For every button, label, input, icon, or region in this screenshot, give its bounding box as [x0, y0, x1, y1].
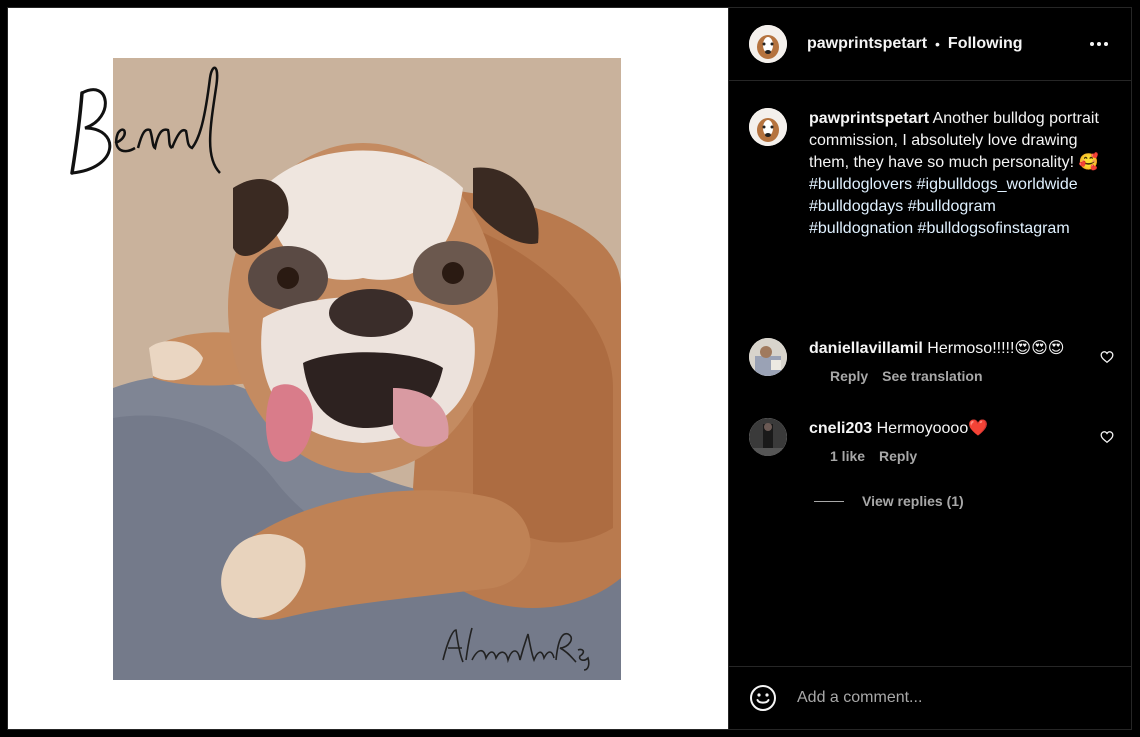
- likes-count[interactable]: 1 like: [830, 448, 865, 464]
- comment-composer: [729, 666, 1132, 729]
- comment-item: cneli203 Hermoyoooo❤️ 1 like Reply: [749, 418, 1099, 464]
- hashtag-link[interactable]: #igbulldogs_worldwide: [917, 176, 1078, 193]
- caption-item: pawprintspetart Another bulldog portrait…: [749, 108, 1099, 240]
- avatar[interactable]: [749, 418, 787, 456]
- like-heart-icon[interactable]: [1100, 430, 1114, 444]
- benny-handwritten-label: [70, 66, 221, 175]
- comment-item: daniellavillamil Hermoso!!!!!😍😍😍 Reply S…: [749, 338, 1099, 384]
- following-button[interactable]: Following: [948, 35, 1023, 53]
- post-header: pawprintspetart • Following: [729, 8, 1132, 81]
- replies-divider: [814, 500, 844, 502]
- post-modal: pawprintspetart • Following pawprintspet…: [7, 7, 1132, 730]
- hashtag-link[interactable]: #bulldogsofinstagram: [918, 220, 1070, 237]
- hashtag-link[interactable]: #bulldogram: [908, 198, 996, 215]
- caption-text: pawprintspetart Another bulldog portrait…: [809, 108, 1099, 240]
- comment-text: cneli203 Hermoyoooo❤️: [809, 418, 1099, 440]
- smiley-icon[interactable]: [749, 684, 777, 712]
- post-details-panel: pawprintspetart • Following pawprintspet…: [728, 8, 1132, 729]
- view-replies-button[interactable]: View replies (1): [814, 493, 964, 509]
- reply-button[interactable]: Reply: [879, 448, 917, 464]
- comment-actions: 1 like Reply: [787, 448, 1099, 464]
- comment-body: Hermoyoooo❤️: [876, 420, 989, 437]
- reply-button[interactable]: Reply: [830, 368, 868, 384]
- more-options-icon[interactable]: [1088, 34, 1110, 54]
- comment-input[interactable]: [797, 689, 1097, 707]
- hashtag-link[interactable]: #bulldognation: [809, 220, 913, 237]
- caption-username[interactable]: pawprintspetart: [809, 110, 929, 127]
- comment-actions: Reply See translation: [787, 368, 1099, 384]
- comment-text: daniellavillamil Hermoso!!!!!😍😍😍: [809, 338, 1099, 360]
- comments-list[interactable]: pawprintspetart Another bulldog portrait…: [729, 82, 1132, 666]
- artist-signature: [442, 627, 590, 671]
- avatar[interactable]: [749, 108, 787, 146]
- separator-dot: •: [935, 36, 940, 52]
- hashtag-link[interactable]: #bulldogdays: [809, 198, 903, 215]
- comment-username[interactable]: daniellavillamil: [809, 340, 923, 357]
- comment-body: Hermoso!!!!!😍😍😍: [927, 340, 1065, 357]
- avatar[interactable]: [749, 338, 787, 376]
- comment-username[interactable]: cneli203: [809, 420, 872, 437]
- hashtag-link[interactable]: #bulldoglovers: [809, 176, 912, 193]
- header-username[interactable]: pawprintspetart: [807, 35, 927, 53]
- like-heart-icon[interactable]: [1100, 350, 1114, 364]
- post-image[interactable]: [8, 8, 728, 729]
- avatar[interactable]: [749, 25, 787, 63]
- view-replies-label: View replies (1): [862, 493, 964, 509]
- see-translation-button[interactable]: See translation: [882, 368, 982, 384]
